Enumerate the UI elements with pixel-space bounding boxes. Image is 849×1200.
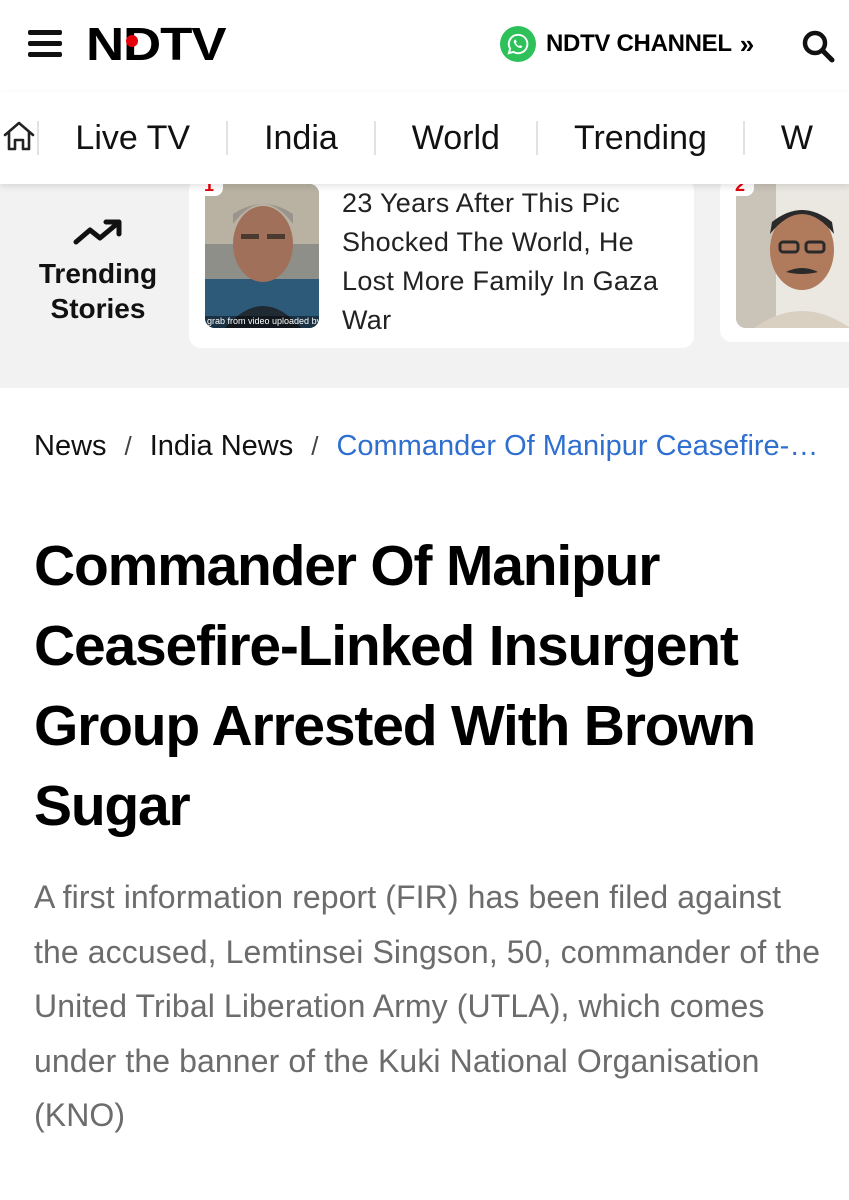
article-headline: Commander Of Manipur Ceasefire-Linked In…: [34, 534, 756, 838]
breadcrumb: News / India News / Commander Of Manipur…: [34, 430, 824, 463]
double-chevron-right-icon: »: [739, 28, 755, 59]
main-nav: Live TV India World Trending W: [0, 92, 849, 184]
trending-card[interactable]: grab from video uploaded by 1 23 Years A…: [189, 184, 694, 348]
nav-item-india[interactable]: India: [228, 92, 374, 184]
whatsapp-icon: [500, 26, 536, 62]
nav-item-live-tv[interactable]: Live TV: [39, 92, 226, 184]
trending-label: Trending Stories: [26, 210, 170, 326]
story-thumbnail: grab from video uploaded by: [205, 184, 319, 328]
breadcrumb-separator: /: [124, 431, 132, 461]
home-icon: [2, 120, 36, 157]
trending-stories-strip: Trending Stories grab from video uploade…: [0, 184, 849, 388]
trending-card[interactable]: 2: [720, 184, 849, 342]
breadcrumb-news[interactable]: News: [34, 430, 107, 463]
nav-home[interactable]: [0, 92, 37, 184]
image-caption: grab from video uploaded by: [207, 316, 319, 326]
nav-item-trending[interactable]: Trending: [538, 92, 743, 184]
nav-item-world[interactable]: World: [376, 92, 536, 184]
trending-label-line2: Stories: [50, 293, 146, 324]
search-icon[interactable]: [800, 28, 836, 64]
hamburger-menu-icon[interactable]: [28, 30, 62, 58]
ndtv-channel-link[interactable]: NDTV CHANNEL »: [500, 26, 754, 62]
logo-red-dot: [126, 35, 138, 47]
nav-item-truncated[interactable]: W: [745, 92, 849, 184]
ndtv-logo[interactable]: NDTV: [86, 21, 227, 67]
story-thumbnail: [736, 184, 849, 328]
article-summary: A first information report (FIR) has bee…: [34, 879, 821, 1133]
rank-badge: 1: [195, 184, 223, 196]
breadcrumb-current[interactable]: Commander Of Manipur Ceasefire-Linked In…: [336, 430, 824, 463]
channel-label: NDTV CHANNEL: [546, 30, 732, 57]
trending-label-line1: Trending: [38, 258, 158, 289]
trending-card-title: 23 Years After This Pic Shocked The Worl…: [342, 188, 659, 335]
breadcrumb-separator: /: [311, 431, 319, 461]
logo-text: NDTV: [86, 18, 227, 70]
top-header: NDTV NDTV CHANNEL »: [0, 0, 849, 92]
breadcrumb-india-news[interactable]: India News: [150, 430, 293, 463]
rank-badge: 2: [726, 184, 754, 196]
trending-up-icon: [26, 210, 170, 256]
